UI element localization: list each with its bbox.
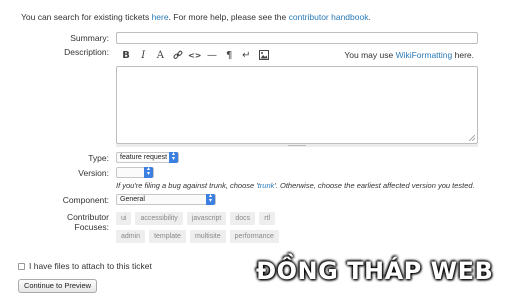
- version-hint-prefix: If you're filing a bug against trunk, ch…: [116, 181, 258, 190]
- attach-files-checkbox[interactable]: [18, 262, 25, 270]
- component-select[interactable]: General ▴ ▾: [116, 193, 216, 205]
- summary-label: Summary:: [70, 33, 109, 43]
- horizontal-rule-icon[interactable]: —: [204, 48, 220, 62]
- focus-tags-row2: admin template multisite performance: [116, 230, 283, 243]
- description-textarea[interactable]: [116, 66, 478, 144]
- trunk-link[interactable]: trunk: [258, 181, 275, 190]
- component-select-value: General: [120, 196, 145, 203]
- focus-tag-docs[interactable]: docs: [230, 212, 256, 225]
- version-hint-suffix: '. Otherwise, choose the earliest affect…: [274, 181, 475, 190]
- code-icon[interactable]: <>: [187, 48, 203, 62]
- paragraph-icon[interactable]: ¶: [221, 48, 237, 62]
- wiki-formatting-link[interactable]: WikiFormatting: [396, 50, 453, 60]
- intro-prefix: You can search for existing tickets: [21, 12, 152, 22]
- resize-corner-icon[interactable]: [469, 135, 475, 141]
- focus-tag-template[interactable]: template: [149, 230, 186, 243]
- focus-tag-ui[interactable]: ui: [116, 212, 132, 225]
- resize-grip: [288, 145, 306, 146]
- version-label: Version:: [78, 168, 109, 178]
- attach-files-option[interactable]: I have files to attach to this ticket: [18, 261, 152, 271]
- wiki-note-prefix: You may use: [344, 50, 396, 60]
- intro-suffix: .: [368, 12, 371, 22]
- type-select[interactable]: feature request ▴ ▾: [116, 151, 179, 163]
- intro-text: You can search for existing tickets here…: [21, 12, 371, 22]
- link-icon[interactable]: [170, 48, 186, 62]
- image-icon[interactable]: [256, 48, 272, 62]
- version-select[interactable]: ▴ ▾: [116, 166, 154, 178]
- search-tickets-link[interactable]: here: [152, 12, 169, 22]
- select-arrows-icon: ▴ ▾: [206, 193, 215, 205]
- italic-icon[interactable]: I: [135, 48, 151, 62]
- select-arrows-icon: ▴ ▾: [144, 166, 153, 178]
- focus-tag-rtl[interactable]: rtl: [259, 212, 276, 225]
- component-label: Component:: [62, 195, 109, 205]
- description-label: Description:: [64, 47, 109, 57]
- focus-tag-performance[interactable]: performance: [229, 230, 279, 243]
- heading-icon[interactable]: A: [152, 48, 168, 62]
- focus-tag-accessibility[interactable]: accessibility: [135, 212, 183, 225]
- wiki-formatting-note: You may use WikiFormatting here.: [344, 50, 474, 60]
- focus-tag-javascript[interactable]: javascript: [186, 212, 227, 225]
- contributor-handbook-link[interactable]: contributor handbook: [289, 12, 369, 22]
- type-select-value: feature request: [120, 154, 168, 161]
- focus-tag-admin[interactable]: admin: [116, 230, 146, 243]
- watermark-logo: ĐỒNG THÁP WEB: [256, 257, 494, 285]
- focus-tags-row1: ui accessibility javascript docs rtl: [116, 212, 279, 225]
- wiki-toolbar: B I A <> — ¶ ↵: [118, 48, 273, 62]
- wiki-note-suffix: here.: [452, 50, 474, 60]
- focuses-label-line2: Focuses:: [74, 222, 110, 232]
- select-arrows-icon: ▴ ▾: [169, 151, 178, 163]
- line-break-icon[interactable]: ↵: [238, 48, 254, 62]
- intro-middle: . For more help, please see the: [168, 12, 289, 22]
- textarea-resize-handle[interactable]: [116, 144, 478, 147]
- attach-files-label: I have files to attach to this ticket: [29, 261, 152, 271]
- focus-tag-multisite[interactable]: multisite: [189, 230, 226, 243]
- bold-icon[interactable]: B: [118, 48, 134, 62]
- continue-to-preview-button[interactable]: Continue to Preview: [18, 279, 97, 293]
- type-label: Type:: [88, 153, 109, 163]
- summary-input[interactable]: [116, 32, 478, 44]
- version-hint: If you're filing a bug against trunk, ch…: [116, 181, 475, 190]
- focuses-label-line1: Contributor: [66, 212, 109, 222]
- contributor-focuses-label: Contributor Focuses:: [67, 212, 109, 232]
